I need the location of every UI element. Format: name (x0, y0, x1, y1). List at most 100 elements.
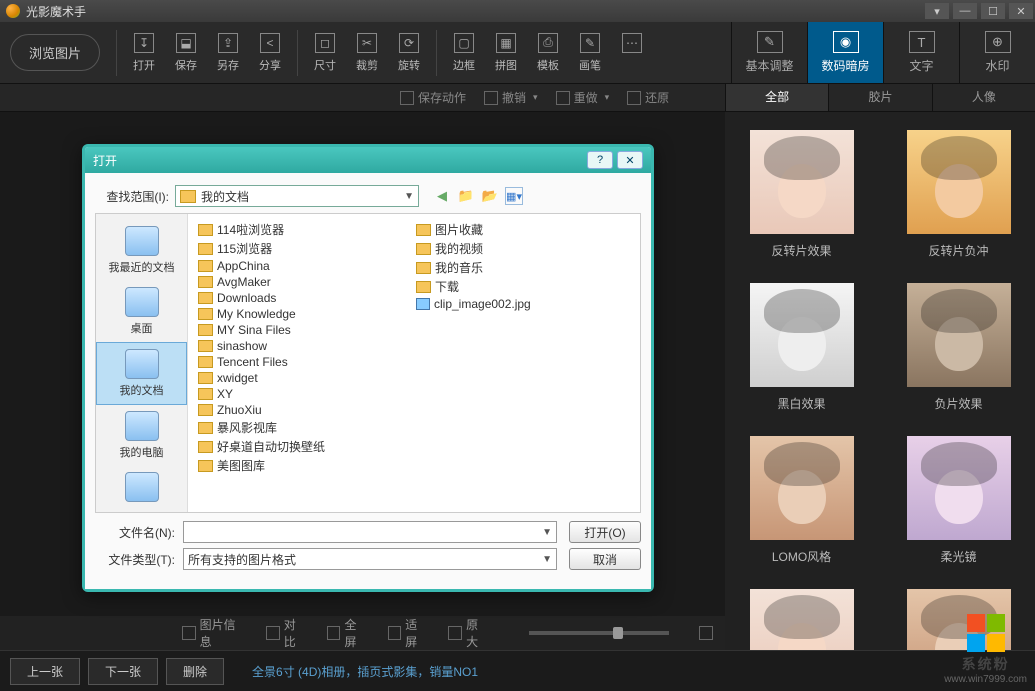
watermark: 系统粉 www.win7999.com (944, 614, 1027, 685)
sidebar-place-我最近的文档[interactable]: 我最近的文档 (96, 220, 187, 281)
file-item[interactable]: 暴风影视库 (196, 418, 414, 437)
file-item[interactable]: My Knowledge (196, 306, 414, 322)
watermark-url: www.win7999.com (944, 674, 1027, 685)
effect-负片效果[interactable]: 负片效果 (894, 283, 1023, 412)
tool-保存[interactable]: ⬓保存 (165, 29, 207, 77)
file-item[interactable]: 美图图库 (196, 456, 414, 475)
effect-LOMO风格[interactable]: LOMO风格 (737, 436, 866, 565)
file-item[interactable]: AvgMaker (196, 274, 414, 290)
bottom-tool-适屏[interactable]: 适屏 (388, 616, 429, 650)
delete-button[interactable]: 删除 (166, 658, 224, 685)
sidebar-place-net[interactable] (96, 466, 187, 511)
lookfor-dropdown[interactable]: 我的文档 ▼ (175, 185, 419, 207)
separator (436, 30, 437, 76)
tool-拼图[interactable]: ▦拼图 (485, 29, 527, 77)
tool-另存[interactable]: ⇪另存 (207, 29, 249, 77)
right-tab-基本调整[interactable]: ✎基本调整 (731, 22, 807, 83)
tool-边框[interactable]: ▢边框 (443, 29, 485, 77)
dialog-close-button[interactable]: ✕ (617, 151, 643, 169)
file-item[interactable]: 115浏览器 (196, 239, 414, 258)
file-item[interactable]: clip_image002.jpg (414, 296, 632, 312)
subtab-人像[interactable]: 人像 (932, 84, 1035, 111)
file-item[interactable]: Tencent Files (196, 354, 414, 370)
folder-icon (198, 340, 213, 352)
file-item[interactable]: MY Sina Files (196, 322, 414, 338)
bottom-tool-图片信息[interactable]: 图片信息 (182, 616, 246, 650)
sidebar-place-我的文档[interactable]: 我的文档 (96, 342, 187, 405)
right-tab-数码暗房[interactable]: ◉数码暗房 (807, 22, 883, 83)
restore-button[interactable]: 还原 (627, 89, 669, 106)
适屏-icon (388, 626, 402, 640)
tool-打开[interactable]: ↧打开 (123, 29, 165, 77)
file-item[interactable]: 我的视频 (414, 239, 632, 258)
up-folder-icon[interactable]: 📁 (457, 187, 475, 205)
tool-分享[interactable]: <分享 (249, 29, 291, 77)
undo-icon (484, 91, 498, 105)
effect-preview[interactable] (737, 589, 866, 650)
filename-input[interactable]: ▼ (183, 521, 557, 543)
zoom-slider[interactable] (529, 631, 669, 635)
file-item[interactable]: sinashow (196, 338, 414, 354)
slider-thumb[interactable] (613, 627, 623, 639)
subtab-胶片[interactable]: 胶片 (828, 84, 931, 111)
file-item[interactable]: AppChina (196, 258, 414, 274)
file-item[interactable]: XY (196, 386, 414, 402)
file-item[interactable]: 图片收藏 (414, 220, 632, 239)
file-item[interactable]: 好桌道自动切换壁纸 (196, 437, 414, 456)
tool-模板[interactable]: ⎙模板 (527, 29, 569, 77)
right-tab-文字[interactable]: T文字 (883, 22, 959, 83)
save-action-button[interactable]: 保存动作 (400, 89, 466, 106)
folder-icon (198, 388, 213, 400)
next-button[interactable]: 下一张 (88, 658, 158, 685)
prev-button[interactable]: 上一张 (10, 658, 80, 685)
right-tab-水印[interactable]: ⊕水印 (959, 22, 1035, 83)
file-item[interactable]: 我的音乐 (414, 258, 632, 277)
minimize-button[interactable]: — (953, 3, 977, 19)
footer-bar: 上一张 下一张 删除 全景6寸 (4D)相册，插页式影集，销量NO1 (0, 650, 1035, 691)
footer-promo-text: 全景6寸 (4D)相册，插页式影集，销量NO1 (252, 663, 478, 680)
bottom-tool-原大[interactable]: 原大 (448, 616, 489, 650)
effect-黑白效果[interactable]: 黑白效果 (737, 283, 866, 412)
undo-button[interactable]: 撤销▾ (484, 89, 538, 106)
图片信息-icon (182, 626, 196, 640)
bottom-tool-对比[interactable]: 对比 (266, 616, 307, 650)
dialog-cancel-button[interactable]: 取消 (569, 548, 641, 570)
file-item[interactable]: xwidget (196, 370, 414, 386)
tool-画笔[interactable]: ✎画笔 (569, 29, 611, 77)
folder-icon (198, 260, 213, 272)
chevron-down-icon: ▼ (542, 554, 552, 565)
tool-旋转[interactable]: ⟳旋转 (388, 29, 430, 77)
sidebar-place-桌面[interactable]: 桌面 (96, 281, 187, 342)
tool-more[interactable]: ⋯ (611, 29, 653, 77)
effect-thumb (750, 589, 854, 650)
place-icon (125, 349, 159, 379)
file-item[interactable]: 114啦浏览器 (196, 220, 414, 239)
redo-button[interactable]: 重做▾ (556, 89, 610, 106)
view-menu-icon[interactable]: ▦▾ (505, 187, 523, 205)
new-folder-icon[interactable]: 📂 (481, 187, 499, 205)
dialog-titlebar[interactable]: 打开 ? ✕ (85, 147, 651, 173)
effect-反转片负冲[interactable]: 反转片负冲 (894, 130, 1023, 259)
effect-反转片效果[interactable]: 反转片效果 (737, 130, 866, 259)
bottom-tool-全屏[interactable]: 全屏 (327, 616, 368, 650)
window-menu-button[interactable]: ▾ (925, 3, 949, 19)
effect-柔光镜[interactable]: 柔光镜 (894, 436, 1023, 565)
file-item[interactable]: ZhuoXiu (196, 402, 414, 418)
folder-icon (198, 441, 213, 453)
tool-裁剪[interactable]: ✂裁剪 (346, 29, 388, 77)
file-item[interactable]: 下载 (414, 277, 632, 296)
close-window-button[interactable]: ✕ (1009, 3, 1033, 19)
zoom-in-icon[interactable] (699, 626, 713, 640)
watermark-text: 系统粉 (962, 654, 1010, 674)
browse-images-button[interactable]: 浏览图片 (10, 34, 100, 71)
file-item[interactable]: Downloads (196, 290, 414, 306)
tool-尺寸[interactable]: ◻尺寸 (304, 29, 346, 77)
maximize-button[interactable]: ☐ (981, 3, 1005, 19)
subtab-全部[interactable]: 全部 (725, 84, 828, 111)
sidebar-place-我的电脑[interactable]: 我的电脑 (96, 405, 187, 466)
dialog-open-button[interactable]: 打开(O) (569, 521, 641, 543)
dialog-help-button[interactable]: ? (587, 151, 613, 169)
filetype-dropdown[interactable]: 所有支持的图片格式▼ (183, 548, 557, 570)
back-icon[interactable]: ◀ (433, 187, 451, 205)
lookfor-label: 查找范围(I): (95, 188, 175, 205)
